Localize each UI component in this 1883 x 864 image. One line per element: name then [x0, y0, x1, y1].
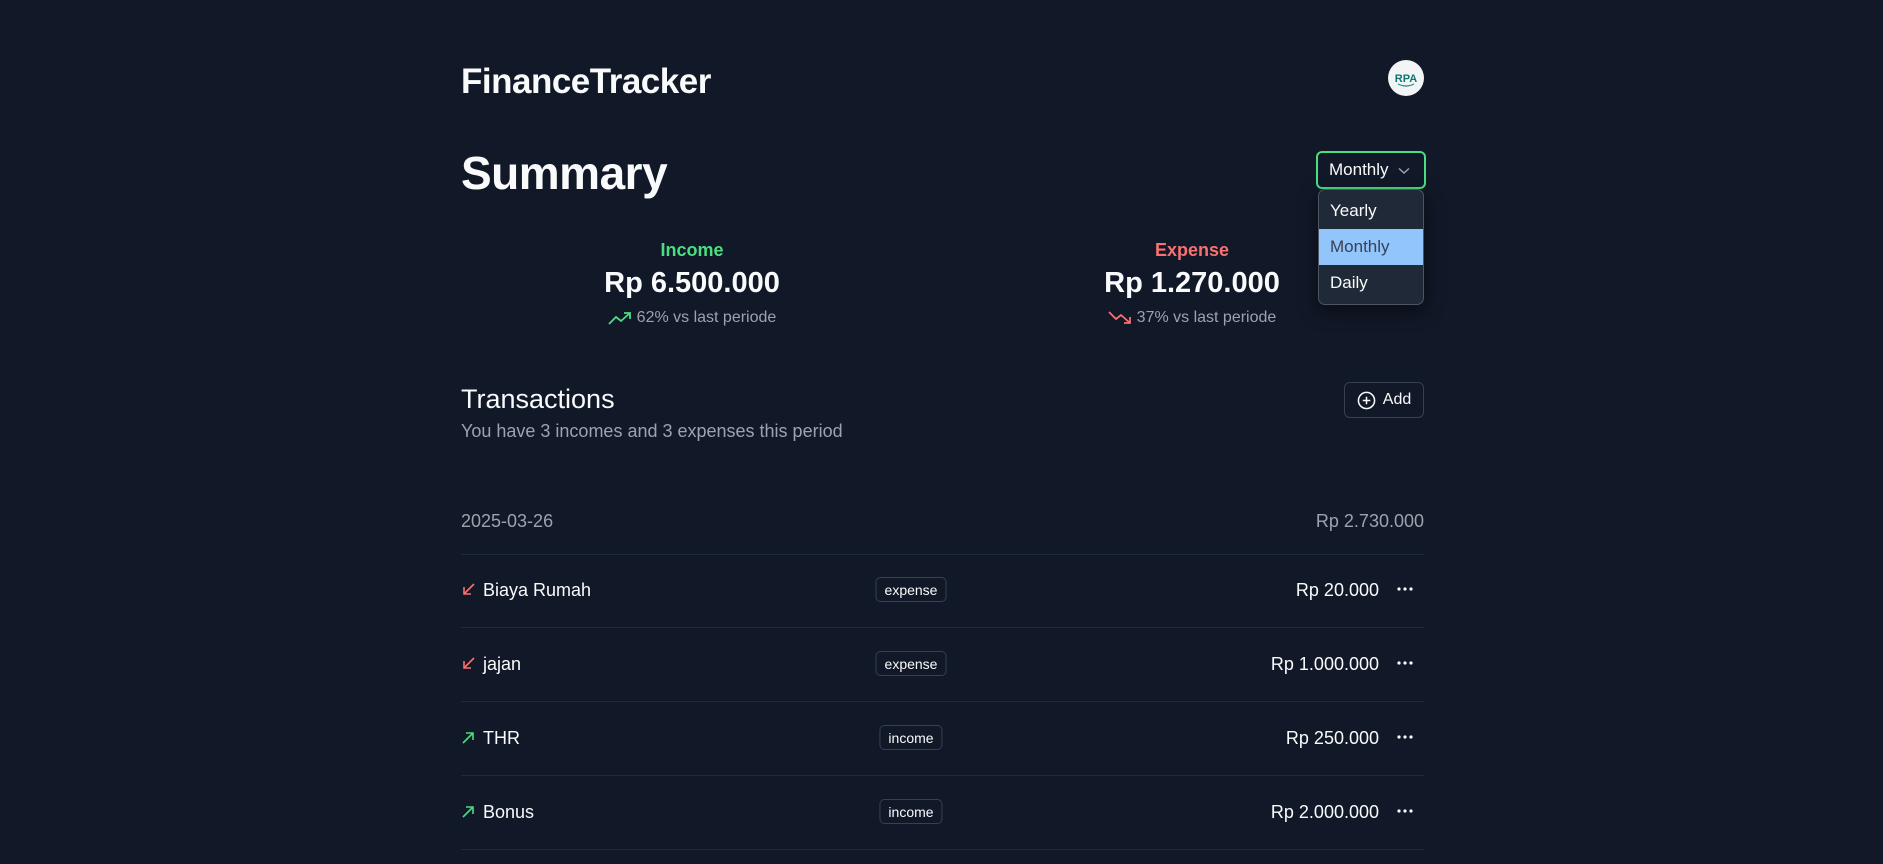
more-options-icon[interactable]	[1394, 578, 1416, 600]
expense-label: Expense	[1154, 240, 1230, 260]
plus-circle-icon	[1357, 391, 1376, 409]
income-label: Income	[660, 240, 724, 260]
transaction-type-badge: income	[879, 799, 943, 824]
transaction-amount: Rp 250.000	[1285, 728, 1379, 748]
add-button-label: Add	[1382, 391, 1412, 408]
period-select[interactable]: Monthly	[1316, 151, 1426, 189]
transaction-group-header: 2025-03-26 Rp 2.730.000	[461, 510, 1424, 555]
group-total: Rp 2.730.000	[1315, 511, 1424, 531]
income-stat: Income Rp 6.500.000 62% vs last periode	[522, 240, 862, 327]
expense-stat: Expense Rp 1.270.000 37% vs last periode	[1022, 240, 1362, 327]
period-option-yearly[interactable]: Yearly	[1319, 193, 1423, 229]
more-options-icon[interactable]	[1394, 726, 1416, 748]
expense-amount: Rp 1.270.000	[1104, 267, 1280, 299]
svg-text:RPA: RPA	[1395, 73, 1417, 85]
app-header: FinanceTracker RPA	[461, 60, 1424, 101]
more-options-icon[interactable]	[1394, 800, 1416, 822]
expense-change: 37% vs last periode	[1022, 309, 1362, 327]
income-change: 62% vs last periode	[522, 309, 862, 327]
transaction-row[interactable]: THR income Rp 250.000	[461, 702, 1424, 776]
transaction-row[interactable]: Bonus income Rp 2.000.000	[461, 776, 1424, 850]
transaction-amount: Rp 20.000	[1295, 580, 1379, 600]
income-amount: Rp 6.500.000	[604, 267, 780, 299]
transaction-type-badge: expense	[875, 577, 947, 602]
transaction-name: Biaya Rumah	[483, 580, 592, 600]
transaction-amount: Rp 2.000.000	[1270, 802, 1379, 822]
transactions-subtitle: You have 3 incomes and 3 expenses this p…	[461, 421, 843, 441]
more-options-icon[interactable]	[1394, 652, 1416, 674]
add-transaction-button[interactable]: Add	[1344, 382, 1424, 418]
trending-up-icon	[608, 312, 631, 325]
group-date: 2025-03-26	[461, 511, 554, 531]
arrow-down-left-icon	[463, 657, 475, 669]
transaction-name: jajan	[483, 654, 522, 674]
period-select-value: Monthly	[1329, 160, 1389, 179]
summary-title: Summary	[461, 147, 668, 199]
arrow-up-right-icon	[462, 732, 474, 744]
avatar[interactable]: RPA	[1388, 60, 1424, 96]
trending-down-icon	[1108, 311, 1131, 324]
transaction-type-badge: income	[879, 725, 943, 750]
transaction-amount: Rp 1.000.000	[1270, 654, 1379, 674]
arrow-down-left-icon	[463, 583, 475, 595]
expense-change-text: 37% vs last periode	[1136, 309, 1277, 326]
transaction-type-badge: expense	[875, 651, 947, 676]
transaction-name: THR	[483, 728, 520, 748]
income-change-text: 62% vs last periode	[636, 309, 777, 326]
app-title: FinanceTracker	[461, 62, 711, 101]
arrow-up-right-icon	[462, 806, 474, 818]
chevron-down-icon	[1398, 167, 1410, 175]
transaction-list: Biaya Rumah expense Rp 20.000 jajan expe…	[461, 554, 1424, 850]
transactions-title: Transactions	[461, 384, 615, 414]
rpa-logo-icon: RPA	[1395, 73, 1417, 87]
transaction-row[interactable]: Biaya Rumah expense Rp 20.000	[461, 554, 1424, 628]
transaction-row[interactable]: jajan expense Rp 1.000.000	[461, 628, 1424, 702]
transaction-name: Bonus	[483, 802, 535, 822]
